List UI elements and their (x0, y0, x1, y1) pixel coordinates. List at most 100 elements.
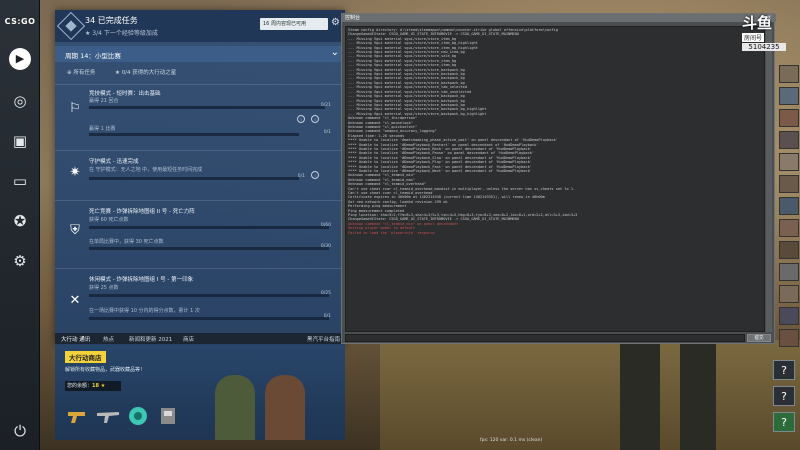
stream-watermark: 斗鱼 房间号 5104235 (742, 12, 786, 58)
friend-avatar[interactable] (779, 329, 799, 347)
gear-icon[interactable]: ⚙ (9, 250, 31, 272)
broadcast-icon[interactable]: ◎ (9, 90, 31, 112)
mission-title: 死亡竞赛 - 炸弹拆除地图组 II 号 - 死亡力阵 (89, 209, 195, 215)
missions-completed-title: 34 已完成任务 (85, 16, 138, 25)
help-icon[interactable]: ? (773, 412, 795, 432)
console-submit-button[interactable]: 提交 (747, 334, 771, 342)
fps-readout: fps: 120 var: 0.1 ms (clean) (480, 438, 543, 443)
friend-avatar[interactable] (779, 285, 799, 303)
mission-title: 休闲模式 - 炸弹拆除地图组 I 号 - 第一印象 (89, 277, 194, 283)
info-icon[interactable]: i (311, 171, 319, 179)
mission-progress-bar (89, 317, 329, 320)
friend-avatar[interactable] (779, 87, 799, 105)
friend-avatar[interactable] (779, 307, 799, 325)
info-icon[interactable]: i (297, 115, 305, 123)
mission-title: 守护模式 - 迅速完成 (89, 159, 139, 165)
friend-avatar[interactable] (779, 175, 799, 193)
friend-avatar[interactable] (779, 65, 799, 83)
mission-progress-bar (89, 226, 329, 229)
friend-avatar[interactable] (779, 219, 799, 237)
shield-icon: ⛨ (70, 223, 80, 238)
agent-character-1 (215, 375, 255, 440)
operation-store-panel[interactable]: 大行动商店 解锁所有收藏物品，武器收藏品等！ 您的余额：18 ★ (55, 345, 345, 440)
store-title: 大行动商店 (65, 351, 106, 363)
tab-platform-guide[interactable]: 黑汽平台指南 (307, 335, 340, 343)
filter-stars[interactable]: ★ 0/4 获得的大行动之星 (115, 68, 176, 76)
mission-objective: 获得 60 死亡点数 (89, 217, 129, 223)
mission-progress-value: 0/1 (323, 314, 331, 319)
mission-card[interactable]: ⚐ 竞技模式 - 短时赛：出击基础 赢得 21 回合 0/21 i i 赢得 1… (55, 84, 345, 136)
week-title: 周期 14：小型比赛 (65, 52, 121, 60)
tab-hot[interactable]: 热点 (103, 335, 114, 343)
room-label: 房间号 (742, 33, 765, 42)
mission-progress-bar (89, 247, 329, 250)
mission-title: 竞技模式 - 短时赛：出击基础 (89, 91, 161, 97)
mission-progress-bar (89, 294, 329, 297)
agent-patch-icon (161, 408, 175, 424)
mission-progress-value: 0/25 (320, 291, 331, 296)
mission-objective: 赢得 1 比赛 (89, 126, 116, 132)
medal-icon (56, 11, 86, 41)
crossed-knives-icon: ✕ (69, 293, 81, 308)
background-character-legs (620, 335, 660, 450)
friend-avatar[interactable] (779, 197, 799, 215)
guardian-icon: ✷ (69, 165, 81, 180)
background-ground (380, 340, 800, 450)
sticker-icon (129, 407, 147, 425)
csgo-logo: CS:GO (4, 17, 36, 26)
mission-card[interactable]: ⛨ 死亡竞赛 - 炸弹拆除地图组 II 号 - 死亡力阵 获得 60 死亡点数 … (55, 200, 345, 260)
mission-card[interactable]: ✕ 休闲模式 - 炸弹拆除地图组 I 号 - 第一印象 获得 25 点数 0/2… (55, 268, 345, 330)
xp-bonus-text: ★ 3/4 下一个经验等级加成 (85, 30, 158, 37)
friend-avatar[interactable] (779, 153, 799, 171)
mission-progress-value: 0/1 (297, 174, 305, 179)
help-icon[interactable]: ? (773, 360, 795, 380)
console-error-line: Failed to load the 'playerinfo' resource (348, 230, 435, 235)
mission-progress-bar (89, 177, 299, 180)
soldier-icon: ⚐ (69, 101, 81, 116)
mission-card[interactable]: ✷ 守护模式 - 迅速完成 在 守护模式：无人之地 中，使用最短任务时间完成 0… (55, 150, 345, 196)
pistol-icon (68, 412, 85, 423)
friend-avatar[interactable] (779, 241, 799, 259)
help-icon[interactable]: ? (773, 386, 795, 406)
tab-news-updates[interactable]: 新闻和更新 2021 (129, 335, 172, 343)
background-character-legs (680, 335, 716, 450)
mission-progress-value: 0/30 (320, 244, 331, 249)
mission-progress-value: 0/1 (323, 130, 331, 135)
console-input[interactable] (345, 334, 745, 342)
mission-progress-bar (89, 133, 299, 136)
radiation-icon[interactable]: ✪ (9, 210, 31, 232)
friend-avatar[interactable] (779, 263, 799, 281)
week-selector[interactable]: 周期 14：小型比赛 ⌄ (55, 46, 345, 62)
news-tabs: 大行动 通讯 热点 新闻和更新 2021 商店 黑汽平台指南 (55, 333, 345, 344)
console-title-bar[interactable]: 控制台 (342, 14, 776, 22)
inventory-icon[interactable]: ▣ (9, 130, 31, 152)
info-icon[interactable]: i (311, 115, 319, 123)
star-balance: 您的余额：18 ★ (65, 381, 121, 391)
gear-icon[interactable]: ⚙ (331, 17, 340, 28)
mission-objective: 在 守护模式：无人之地 中，使用最短任务时间完成 (89, 167, 203, 173)
mission-objective: 获得 25 点数 (89, 285, 119, 291)
mission-objective: 在一场比赛中获得 10 分内的得分点数，累计 1 次 (89, 308, 200, 314)
filter-all-missions[interactable]: ⊕ 所有任务 (67, 68, 95, 76)
play-icon[interactable]: ▶ (9, 48, 31, 70)
mission-filters: ⊕ 所有任务 ★ 0/4 获得的大行动之星 (55, 66, 345, 80)
friend-avatar[interactable] (779, 109, 799, 127)
stream-logo: 斗鱼 (742, 14, 773, 32)
mission-progress-value: 0/21 (320, 103, 331, 108)
mission-progress-bar (89, 106, 325, 109)
friend-avatar[interactable] (779, 131, 799, 149)
store-reward-items (65, 403, 195, 431)
developer-console-window[interactable]: 控制台 x Steam config directory: d:\steam\s… (341, 13, 776, 344)
room-number: 5104235 (742, 43, 786, 51)
panel-header: 34 已完成任务 ★ 3/4 下一个经验等级加成 16 周内容现已可用 ⚙ (55, 10, 345, 42)
tv-icon[interactable]: ▭ (9, 170, 31, 192)
console-output: Steam config directory: d:\steam\steamap… (345, 26, 765, 332)
weekly-content-button[interactable]: 16 周内容现已可用 (260, 18, 328, 30)
console-scrollbar[interactable] (766, 26, 772, 332)
mission-progress-value: 0/60 (320, 223, 331, 228)
friends-list (776, 60, 800, 360)
chevron-down-icon: ⌄ (330, 47, 339, 58)
power-icon[interactable]: ⏻ (9, 420, 31, 442)
tab-operation-news[interactable]: 大行动 通讯 (61, 335, 90, 343)
tab-store[interactable]: 商店 (183, 335, 194, 343)
